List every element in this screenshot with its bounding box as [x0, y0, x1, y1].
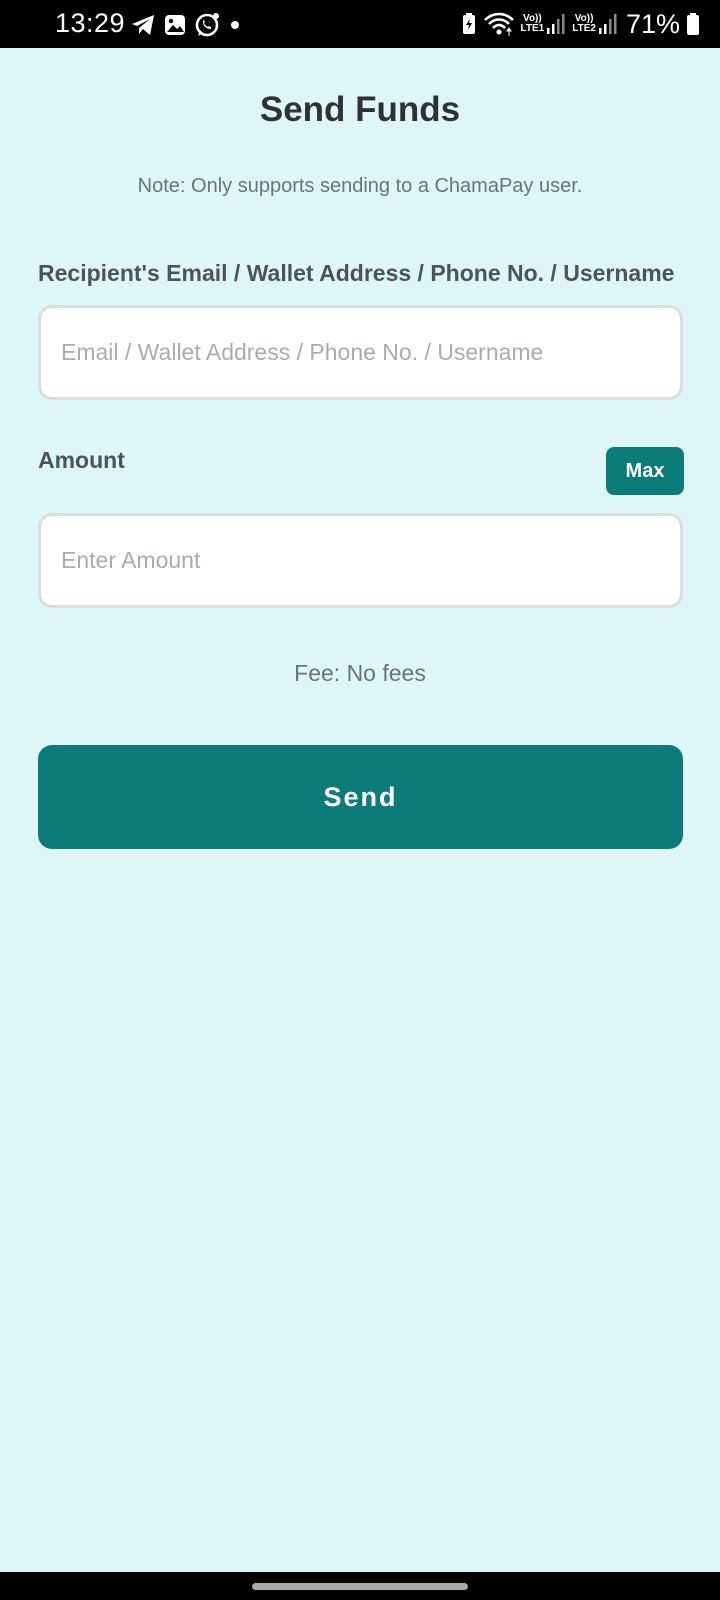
telegram-icon — [130, 13, 156, 37]
max-button[interactable]: Max — [606, 447, 684, 495]
recipient-label: Recipient's Email / Wallet Address / Pho… — [38, 260, 675, 286]
page-title: Send Funds — [259, 90, 461, 129]
signal-sim2-icon: Vo)) LTE2 — [572, 13, 618, 35]
amount-label: Amount — [38, 447, 125, 473]
navigation-bar — [0, 1572, 720, 1600]
gallery-icon — [164, 14, 186, 36]
signal-sim1-icon: Vo)) LTE1 — [521, 13, 567, 35]
recipient-input[interactable] — [38, 305, 683, 400]
status-time: 13:29 — [55, 8, 126, 38]
amount-input[interactable] — [38, 513, 683, 608]
home-indicator[interactable] — [252, 1583, 468, 1590]
status-bar: 13:29 Vo)) LTE1 Vo)) LTE2 71% — [0, 0, 720, 48]
battery-percent: 71% — [625, 8, 680, 39]
dot-icon — [228, 18, 242, 32]
support-note: Note: Only supports sending to a ChamaPa… — [137, 175, 583, 197]
send-button[interactable]: Send — [38, 745, 683, 849]
sim2-network-label: LTE2 — [572, 23, 596, 34]
wifi-icon — [483, 11, 515, 37]
battery-saver-icon — [461, 12, 477, 36]
fee-text: Fee: No fees — [294, 660, 426, 686]
send-funds-screen: Send Funds Note: Only supports sending t… — [0, 48, 720, 1572]
battery-icon — [686, 12, 700, 36]
system-icons: Vo)) LTE1 Vo)) LTE2 71% — [461, 0, 720, 48]
notification-icons — [130, 12, 242, 38]
whatsapp-icon — [194, 12, 220, 38]
sim1-network-label: LTE1 — [520, 23, 545, 34]
